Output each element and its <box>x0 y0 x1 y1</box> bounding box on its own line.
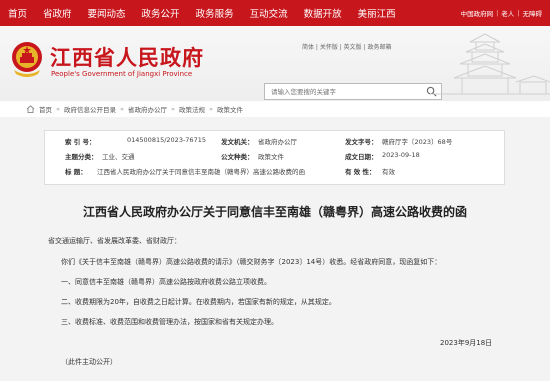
docno-label: 发文字号： <box>345 138 378 146</box>
intro-paragraph: 你们《关于信丰至南雄（赣粤界）高速公路收费的请示》（赣交财务字〔2023〕14号… <box>61 258 442 266</box>
nav-beautiful-jiangxi[interactable]: 美丽江西 <box>358 6 396 20</box>
validity-value: 有效 <box>382 168 395 176</box>
title-value: 江西省人民政府办公厅关于同意信丰至南雄（赣粤界）高速公路收费的函 <box>97 168 305 176</box>
issuer-value: 省政府办公厅 <box>258 138 297 146</box>
item-two: 二、收费期限为20年，自收费之日起计算。在收费期内，若国家有新的规定，从其规定。 <box>61 298 336 306</box>
site-title: 江西省人民政府 <box>50 45 204 70</box>
validity-label: 有 效 性： <box>345 168 376 176</box>
nav-gov-affairs-open[interactable]: 政务公开 <box>142 6 180 20</box>
nav-news[interactable]: 要闻动态 <box>88 6 126 20</box>
nav-interaction[interactable]: 互动交流 <box>250 6 288 20</box>
search-box <box>264 83 442 100</box>
version-links[interactable]: 简体 | 关怀版 | 英文版 | 政务邮箱 <box>302 42 392 51</box>
nav-open-data[interactable]: 数据开放 <box>304 6 342 20</box>
breadcrumb-policies[interactable]: 政策法规 <box>179 104 205 114</box>
breadcrumb-arrow-icon: » <box>170 105 175 113</box>
separator: | <box>496 9 499 17</box>
title-label: 标 题： <box>65 168 87 176</box>
recipient-line: 省交通运输厅、省发展改革委、省财政厅： <box>48 237 181 245</box>
home-icon <box>26 105 35 113</box>
item-one: 一、同意信丰至南雄（赣粤界）高速公路按政府收费公路立项收费。 <box>61 278 271 286</box>
search-input[interactable] <box>265 87 425 96</box>
china-gov-link[interactable]: 中国政府网 <box>461 8 494 18</box>
docno-value: 赣府厅字〔2023〕68号 <box>382 138 453 146</box>
breadcrumb-policy-docs[interactable]: 政策文件 <box>217 104 243 114</box>
top-right-links: 中国政府网 | 老人 | 无障碍 <box>461 8 550 18</box>
breadcrumb-arrow-icon: » <box>119 105 124 113</box>
breadcrumb: 首页 » 政府信息公开目录 » 省政府办公厅 » 政策法规 » 政策文件 <box>0 101 550 117</box>
separator: | <box>517 9 520 17</box>
date-label: 成文日期： <box>345 153 378 161</box>
topic-value: 工业、交通 <box>102 153 135 161</box>
document-title: 江西省人民政府办公厅关于同意信丰至南雄（赣粤界）高速公路收费的函 <box>82 205 467 219</box>
elderly-mode-link[interactable]: 老人 <box>501 8 514 18</box>
nav-gov-services[interactable]: 政务服务 <box>196 6 234 20</box>
top-nav: 首页 省政府 要闻动态 政务公开 政务服务 互动交流 数据开放 美丽江西 中国政… <box>0 0 550 26</box>
date-value: 2023-09-18 <box>382 151 420 159</box>
breadcrumb-general-office[interactable]: 省政府办公厅 <box>128 104 167 114</box>
breadcrumb-info-catalog[interactable]: 政府信息公开目录 <box>64 104 116 114</box>
accessibility-link[interactable]: 无障碍 <box>523 8 543 18</box>
index-label: 索 引 号： <box>65 138 96 146</box>
site-title-english: People's Government of Jiangxi Province <box>51 70 193 78</box>
breadcrumb-arrow-icon: » <box>208 105 213 113</box>
nav-home[interactable]: 首页 <box>8 6 27 20</box>
document-date: 2023年9月18日 <box>440 339 493 347</box>
doctype-label: 公文种类： <box>221 153 254 161</box>
pavilion-illustration-icon <box>430 33 550 95</box>
doctype-value: 政策文件 <box>258 153 284 161</box>
breadcrumb-home[interactable]: 首页 <box>39 104 52 114</box>
national-emblem-icon <box>12 42 42 77</box>
index-value: 014500815/2023-76715 <box>127 136 206 144</box>
issuer-label: 发文机关： <box>221 138 254 146</box>
public-note: （此件主动公开） <box>61 358 117 366</box>
item-three: 三、收费标准、收费范围和收费管理办法，按国家和省有关规定办理。 <box>61 318 278 326</box>
site-header: 江西省人民政府 People's Government of Jiangxi P… <box>0 26 550 101</box>
nav-provincial-gov[interactable]: 省政府 <box>43 6 72 20</box>
topic-label: 主题分类： <box>65 153 98 161</box>
breadcrumb-arrow-icon: » <box>56 105 60 113</box>
document-metadata: 索 引 号： 014500815/2023-76715 发文机关： 省政府办公厅… <box>44 130 505 185</box>
